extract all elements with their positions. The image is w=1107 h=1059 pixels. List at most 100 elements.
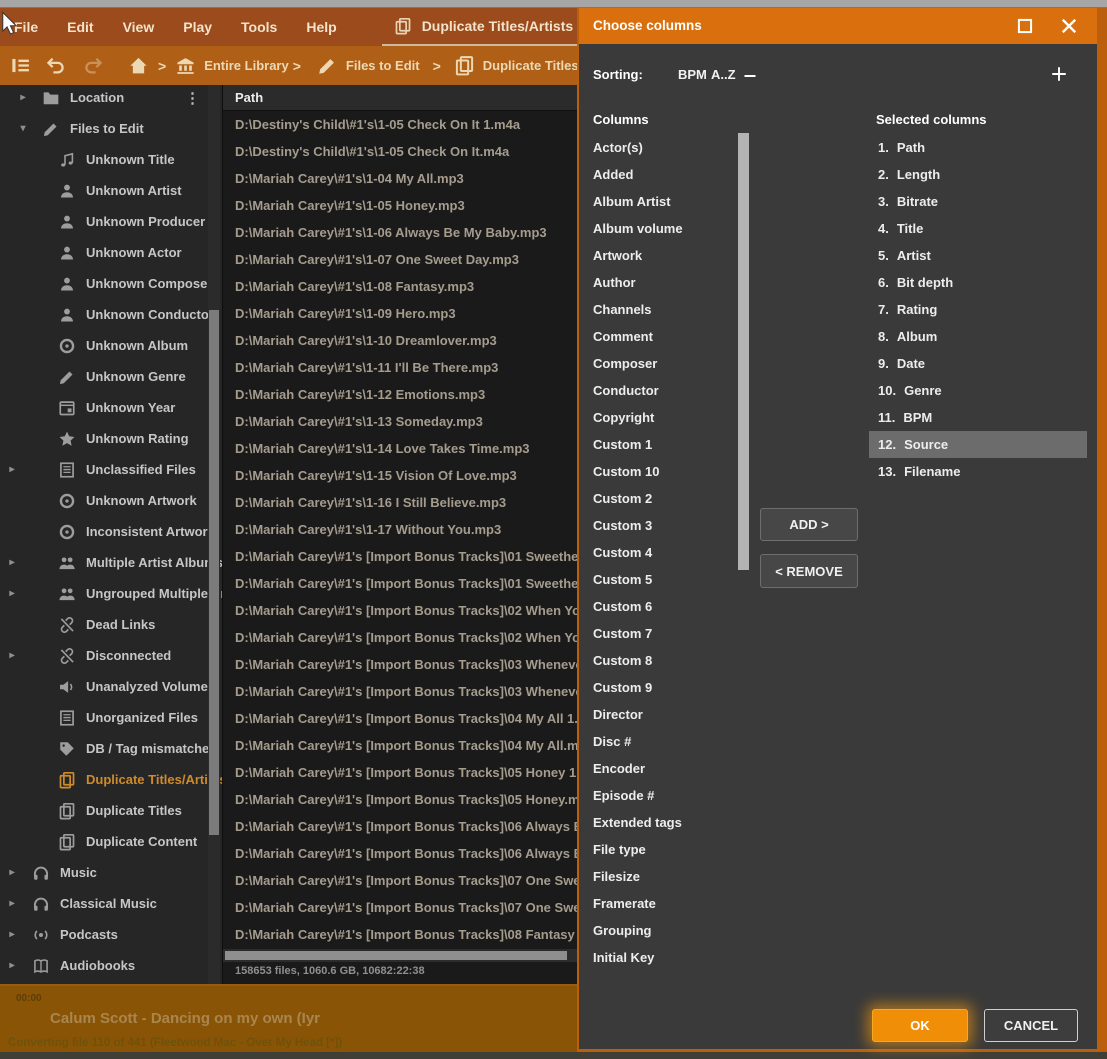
remove-button[interactable]: < REMOVE <box>760 554 858 588</box>
selected-column-item[interactable]: 1. Path <box>869 134 1087 161</box>
column-item[interactable]: Grouping <box>579 917 737 944</box>
column-item[interactable]: Initial Key <box>579 944 737 971</box>
column-item[interactable]: Custom 6 <box>579 593 737 620</box>
expand-arrow-icon[interactable]: ▸ <box>5 464 19 475</box>
sorting-field-value[interactable]: BPM <box>678 67 707 82</box>
cancel-button[interactable]: CANCEL <box>984 1009 1078 1042</box>
column-item[interactable]: Episode # <box>579 782 737 809</box>
column-item[interactable]: Custom 1 <box>579 431 737 458</box>
selected-column-item[interactable]: 5. Artist <box>869 242 1087 269</box>
column-item[interactable]: File type <box>579 836 737 863</box>
plus-icon[interactable] <box>1050 65 1068 83</box>
column-item[interactable]: Custom 8 <box>579 647 737 674</box>
sidebar-item[interactable]: ▸ Audiobooks <box>0 950 222 981</box>
sidebar-item[interactable]: Unknown Rating <box>0 423 222 454</box>
sidebar-item[interactable]: Unknown Artist <box>0 175 222 206</box>
column-item[interactable]: Disc # <box>579 728 737 755</box>
more-options-icon[interactable] <box>185 89 200 107</box>
expand-arrow-icon[interactable]: ▸ <box>5 588 19 599</box>
column-item[interactable]: Conductor <box>579 377 737 404</box>
column-item[interactable]: Custom 5 <box>579 566 737 593</box>
add-button[interactable]: ADD > <box>760 508 858 541</box>
sidebar-item[interactable]: DB / Tag mismatches <box>0 733 222 764</box>
breadcrumb-entire-library[interactable]: Entire Library <box>204 58 289 73</box>
column-item[interactable]: Framerate <box>579 890 737 917</box>
menu-item[interactable]: Edit <box>67 19 93 35</box>
sidebar-item[interactable]: Unknown Title <box>0 144 222 175</box>
selected-column-item[interactable]: 6. Bit depth <box>869 269 1087 296</box>
expand-arrow-icon[interactable]: ▾ <box>16 123 30 134</box>
tab-duplicate-titles-artists[interactable]: Duplicate Titles/Artists <box>382 8 585 46</box>
maximize-icon[interactable] <box>1016 17 1034 35</box>
expand-arrow-icon[interactable]: ▸ <box>5 898 19 909</box>
home-icon[interactable] <box>128 55 149 76</box>
column-item[interactable]: Album volume <box>579 215 737 242</box>
sidebar-item[interactable]: ▾ Files to Edit <box>0 113 222 144</box>
menu-item[interactable]: Help <box>306 19 336 35</box>
column-item[interactable]: Comment <box>579 323 737 350</box>
sidebar-item[interactable]: Unorganized Files <box>0 702 222 733</box>
column-item[interactable]: Album Artist <box>579 188 737 215</box>
column-item[interactable]: Composer <box>579 350 737 377</box>
close-icon[interactable] <box>1059 16 1079 36</box>
columns-list-scrollbar[interactable] <box>737 134 749 980</box>
duplicate-icon[interactable] <box>454 55 475 76</box>
breadcrumb-files-to-edit[interactable]: Files to Edit <box>346 58 420 73</box>
table-scrollbar-thumb[interactable] <box>225 951 567 960</box>
minus-icon[interactable] <box>742 68 758 84</box>
column-item[interactable]: Filesize <box>579 863 737 890</box>
sidebar-item[interactable]: Unknown Producer <box>0 206 222 237</box>
column-item[interactable]: Author <box>579 269 737 296</box>
expand-arrow-icon[interactable]: ▸ <box>5 557 19 568</box>
expand-arrow-icon[interactable]: ▸ <box>5 960 19 971</box>
sidebar-item[interactable]: Unknown Composer <box>0 268 222 299</box>
sidebar-item[interactable]: Unknown Artwork <box>0 485 222 516</box>
column-item[interactable]: Custom 2 <box>579 485 737 512</box>
column-item[interactable]: Custom 7 <box>579 620 737 647</box>
expand-arrow-icon[interactable]: ▸ <box>5 650 19 661</box>
column-item[interactable]: Actor(s) <box>579 134 737 161</box>
sidebar-item[interactable]: Unknown Conductor <box>0 299 222 330</box>
bank-icon[interactable] <box>175 55 196 76</box>
sidebar-item[interactable]: Inconsistent Artwork <box>0 516 222 547</box>
sidebar-scrollbar[interactable] <box>208 85 220 984</box>
sidebar-item[interactable]: Unknown Year <box>0 392 222 423</box>
sidebar-item[interactable]: Duplicate Titles/Artists <box>0 764 222 795</box>
menu-item[interactable]: Tools <box>241 19 277 35</box>
expand-arrow-icon[interactable]: ▸ <box>16 92 30 103</box>
expand-arrow-icon[interactable]: ▸ <box>5 867 19 878</box>
column-item[interactable]: Extended tags <box>579 809 737 836</box>
column-item[interactable]: Copyright <box>579 404 737 431</box>
sidebar-item[interactable]: ▸ Podcasts <box>0 919 222 950</box>
dialog-titlebar[interactable]: Choose columns <box>579 8 1097 44</box>
sidebar-item[interactable]: Unknown Genre <box>0 361 222 392</box>
column-item[interactable]: Custom 10 <box>579 458 737 485</box>
undo-icon[interactable] <box>45 55 66 76</box>
column-item[interactable]: Director <box>579 701 737 728</box>
sorting-order-value[interactable]: A..Z <box>711 67 736 82</box>
sidebar-item[interactable]: Duplicate Content <box>0 826 222 857</box>
column-header-path[interactable]: Path <box>235 90 263 105</box>
expand-arrow-icon[interactable]: ▸ <box>5 929 19 940</box>
redo-icon[interactable] <box>83 55 104 76</box>
sidebar-item[interactable]: ▸ Location <box>0 85 222 113</box>
column-item[interactable]: Encoder <box>579 755 737 782</box>
sidebar-item[interactable]: ▸ Multiple Artist Albums <box>0 547 222 578</box>
sidebar-item[interactable]: ▸ Music <box>0 857 222 888</box>
menu-item[interactable]: View <box>123 19 155 35</box>
sidebar-item[interactable]: Unknown Actor <box>0 237 222 268</box>
column-item[interactable]: Custom 9 <box>579 674 737 701</box>
column-item[interactable]: Custom 4 <box>579 539 737 566</box>
ok-button[interactable]: OK <box>872 1009 968 1042</box>
sidebar-item[interactable]: Unknown Album <box>0 330 222 361</box>
selected-column-item[interactable]: 4. Title <box>869 215 1087 242</box>
sidebar-item[interactable]: ▸ Unclassified Files <box>0 454 222 485</box>
selected-column-item[interactable]: 13. Filename <box>869 458 1087 485</box>
selected-column-item[interactable]: 2. Length <box>869 161 1087 188</box>
menu-item[interactable]: Play <box>183 19 212 35</box>
column-item[interactable]: Added <box>579 161 737 188</box>
sidebar-item[interactable]: Duplicate Titles <box>0 795 222 826</box>
selected-column-item[interactable]: 11. BPM <box>869 404 1087 431</box>
breadcrumb-duplicate-titles[interactable]: Duplicate Titles/A <box>483 58 592 73</box>
selected-column-item[interactable]: 10. Genre <box>869 377 1087 404</box>
